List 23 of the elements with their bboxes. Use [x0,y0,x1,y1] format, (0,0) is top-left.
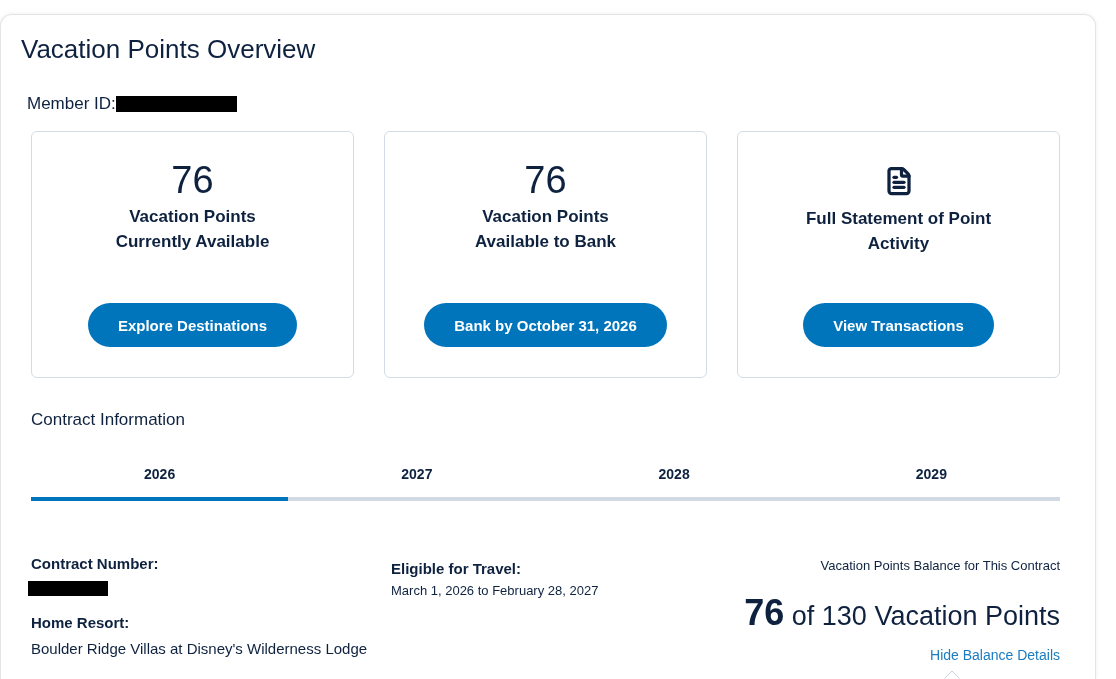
year-tab[interactable]: 2028 [545,452,803,501]
card-label: Full Statement of Point Activity [804,208,993,255]
member-id-label: Member ID: [27,94,116,114]
card-action-button[interactable]: Explore Destinations [87,303,298,347]
field-label: Eligible for Travel: [391,559,522,579]
card-action-button[interactable]: View Transactions [803,303,994,347]
year-tab[interactable]: 2029 [802,452,1060,501]
year-tab[interactable]: 2026 [31,452,289,501]
balance-summary: 76 of 130 Vacation Points [744,593,1060,635]
page-title: Vacation Points Overview [21,33,317,65]
field-label: Home Resort: [31,613,130,633]
section-heading: Contract Information [31,410,186,430]
balance-details-link[interactable]: Hide Balance Details [930,646,1060,664]
card-label: Vacation Points Currently Available [114,206,271,253]
field-value: March 1, 2026 to February 28, 2027 [391,582,599,600]
field-value: Boulder Ridge Villas at Disney's Wilderness Lodge [31,639,368,659]
points-count: 76 [524,160,567,200]
field-label: Contract Number: [31,554,159,574]
card-action-button[interactable]: Bank by October 31, 2026 [424,303,667,347]
card-label: Vacation Points Available to Bank [473,206,618,253]
points-count: 76 [171,160,214,200]
year-tab[interactable]: 2027 [288,452,546,501]
balance-caption: Vacation Points Balance for This Contract [820,557,1060,575]
